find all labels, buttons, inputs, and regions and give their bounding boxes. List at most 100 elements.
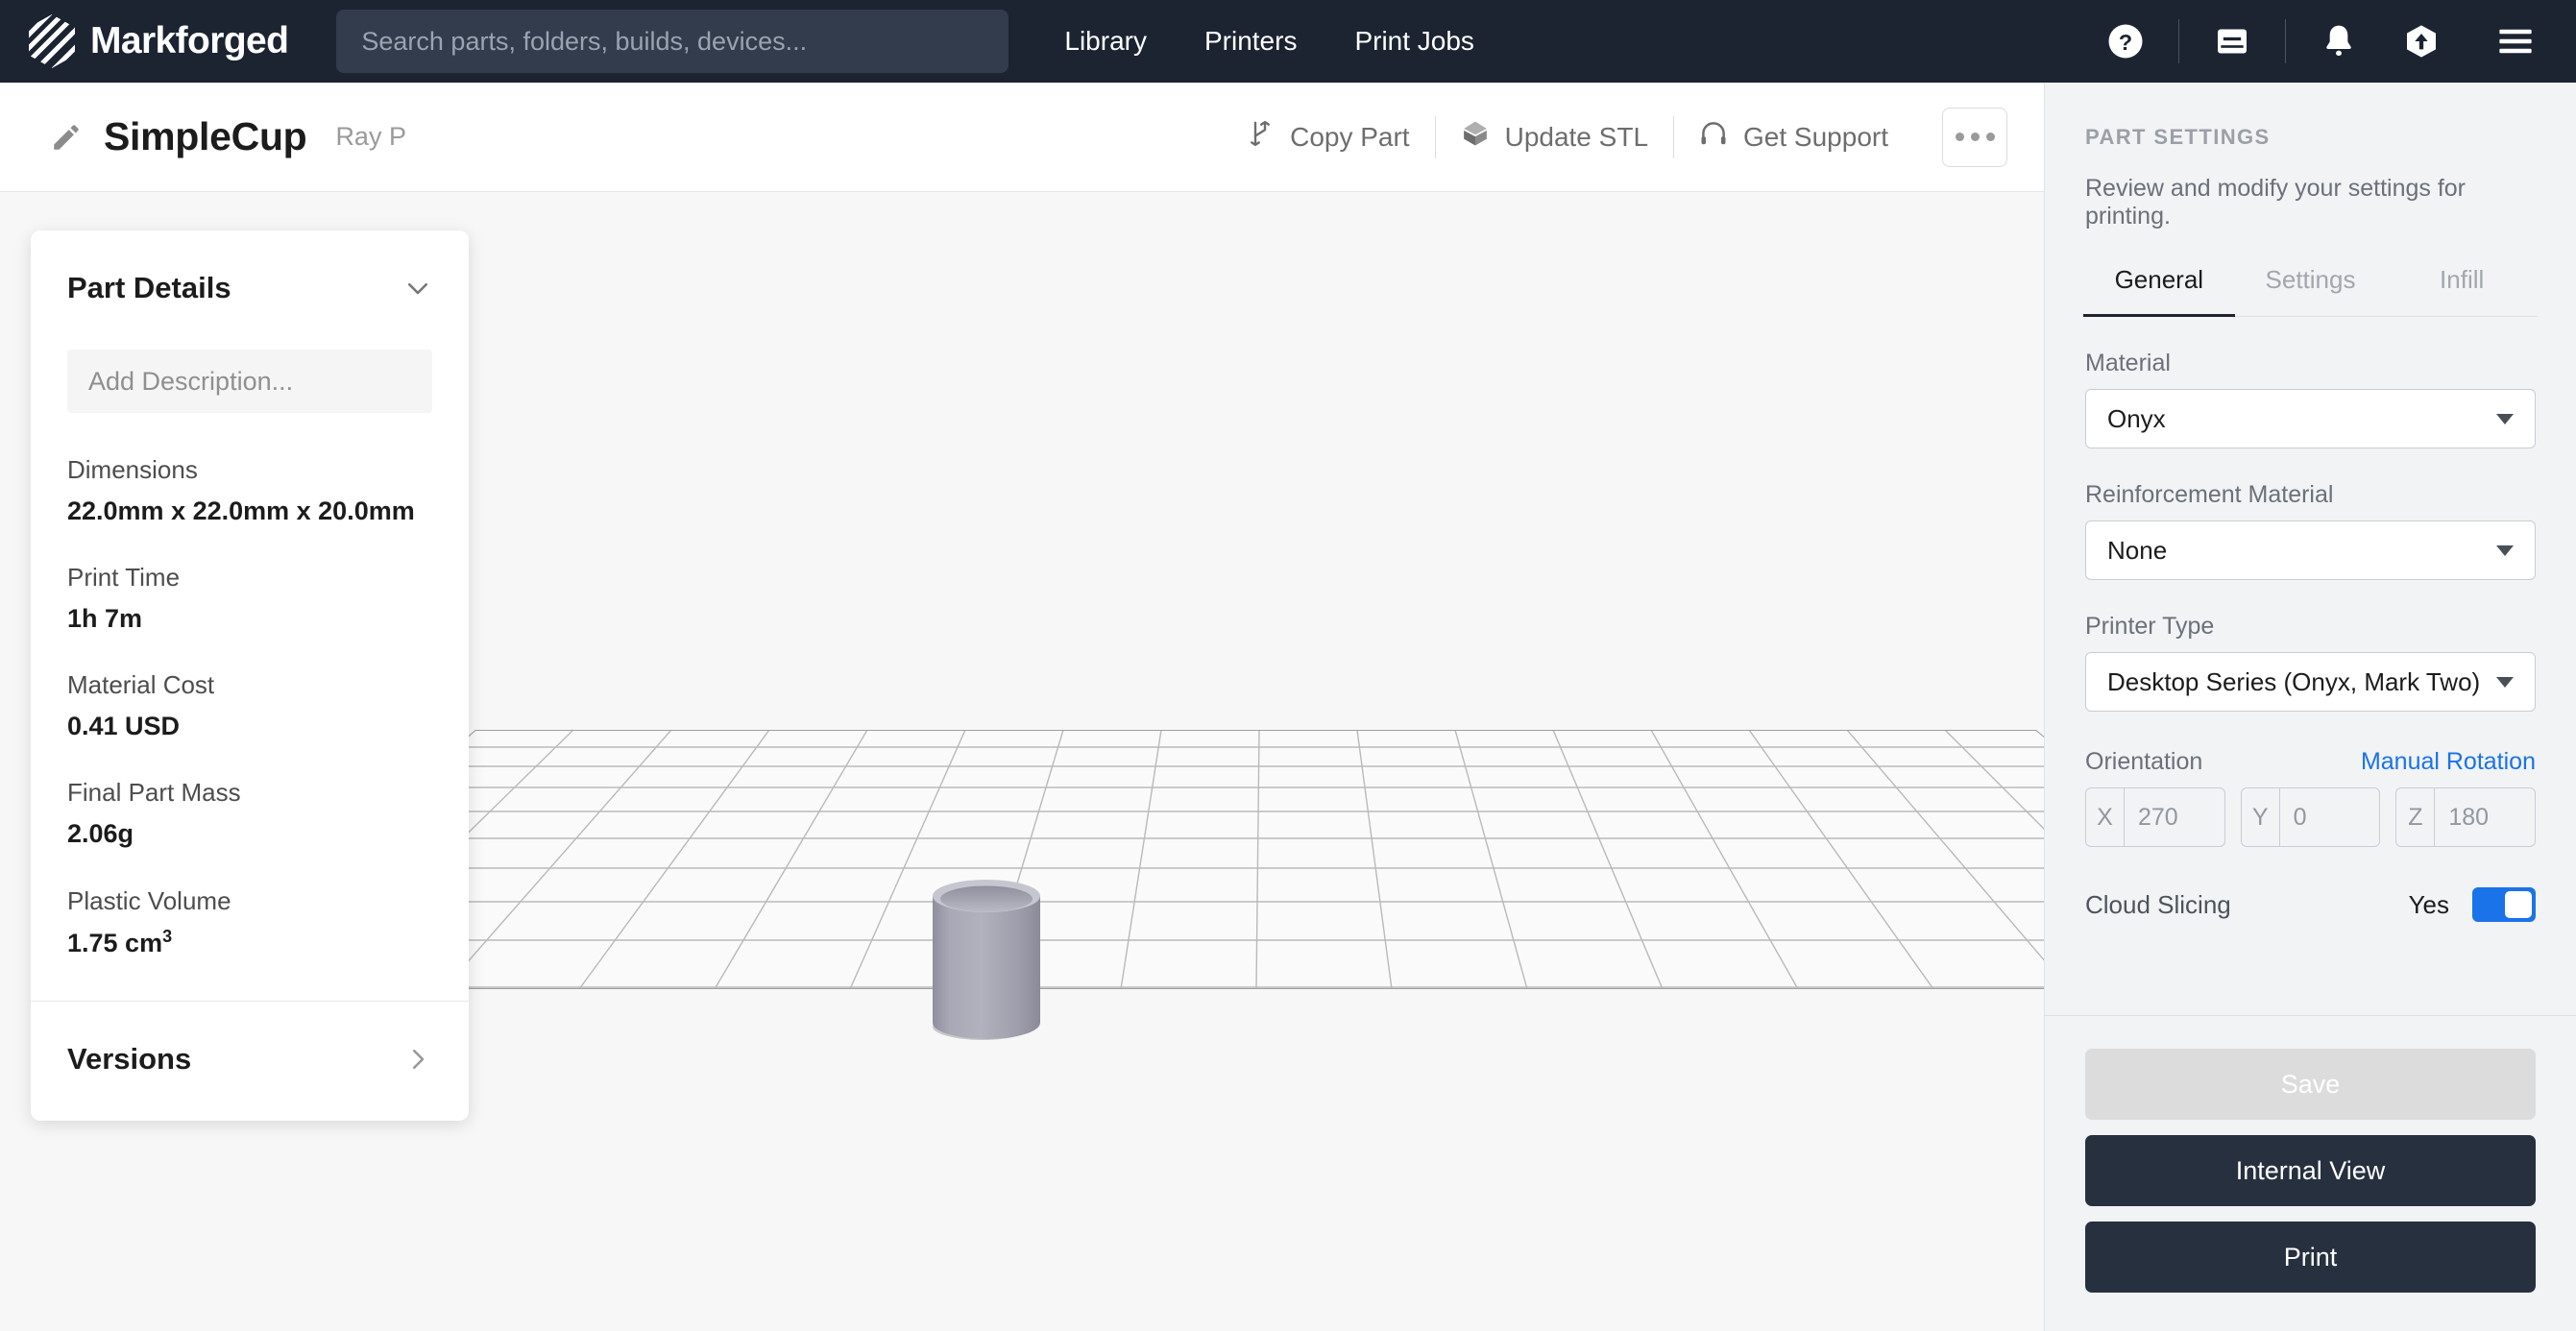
detail-row-material-cost: Material Cost 0.41 USD: [67, 666, 432, 745]
brand-logo-link[interactable]: Markforged: [27, 13, 289, 69]
description-placeholder: Add Description...: [88, 366, 294, 396]
inbox-icon[interactable]: [2202, 12, 2262, 71]
page-title: SimpleCup: [104, 114, 307, 158]
material-select[interactable]: Onyx: [2085, 389, 2536, 448]
save-button[interactable]: Save: [2085, 1049, 2536, 1120]
printer-type-select[interactable]: Desktop Series (Onyx, Mark Two): [2085, 652, 2536, 712]
copy-part-button[interactable]: Copy Part: [1221, 119, 1435, 155]
orientation-z-field[interactable]: Z: [2395, 787, 2537, 847]
chevron-down-icon: [2496, 413, 2514, 424]
part-settings-tabs: General Settings Infill: [2083, 265, 2538, 317]
orientation-label: Orientation: [2085, 748, 2203, 775]
more-dot: [1985, 133, 1995, 141]
tab-general[interactable]: General: [2083, 265, 2235, 317]
part-settings-panel: PART SETTINGS Review and modify your set…: [2044, 83, 2576, 1331]
more-options-button[interactable]: [1942, 107, 2007, 167]
orientation-z-input[interactable]: [2435, 803, 2536, 832]
cube-icon: [1461, 119, 1490, 155]
orientation-header: Orientation Manual Rotation: [2085, 748, 2536, 776]
get-support-label: Get Support: [1743, 121, 1888, 152]
axis-z-label: Z: [2396, 788, 2436, 846]
part-settings-subtitle: Review and modify your settings for prin…: [2085, 175, 2467, 230]
simple-cup-3d-model[interactable]: [917, 869, 1071, 1061]
cloud-slicing-toggle[interactable]: [2472, 887, 2536, 922]
primary-nav-links: Library Printers Print Jobs: [1064, 26, 1474, 57]
nav-link-print-jobs[interactable]: Print Jobs: [1354, 26, 1474, 57]
nav-divider-1: [2178, 19, 2179, 63]
pencil-icon[interactable]: [50, 121, 83, 154]
versions-label: Versions: [67, 1041, 192, 1076]
help-icon[interactable]: ?: [2096, 12, 2155, 71]
part-details-header[interactable]: Part Details: [31, 230, 469, 305]
search-input[interactable]: [361, 26, 984, 57]
svg-text:?: ?: [2119, 30, 2132, 55]
orientation-y-input[interactable]: [2279, 803, 2380, 832]
versions-row[interactable]: Versions: [31, 1000, 469, 1121]
copy-part-label: Copy Part: [1290, 121, 1410, 152]
nav-divider-2: [2285, 19, 2286, 63]
orientation-inputs: X Y Z: [2085, 787, 2537, 847]
axis-y-label: Y: [2242, 788, 2280, 846]
bell-icon[interactable]: [2309, 12, 2369, 71]
description-input[interactable]: Add Description...: [67, 350, 432, 413]
part-subheader: SimpleCup Ray P Copy Part Update STL Get…: [0, 83, 2044, 192]
reinforcement-material-label: Reinforcement Material: [2085, 481, 2334, 508]
nav-icon-group: ?: [2096, 12, 2545, 71]
axis-x-label: X: [2086, 788, 2125, 846]
tab-settings[interactable]: Settings: [2235, 265, 2387, 316]
orientation-x-input[interactable]: [2125, 803, 2224, 832]
nav-link-library[interactable]: Library: [1064, 26, 1147, 57]
detail-value: 22.0mm x 22.0mm x 20.0mm: [67, 496, 415, 525]
more-dot: [1955, 133, 1964, 141]
detail-label: Plastic Volume: [67, 885, 231, 915]
global-search-box[interactable]: [336, 10, 1009, 73]
reinforcement-material-value: None: [2107, 535, 2168, 565]
headset-icon: [1699, 119, 1728, 155]
material-label: Material: [2085, 350, 2171, 376]
more-dot: [1970, 133, 1980, 141]
detail-label: Dimensions: [67, 455, 198, 484]
part-settings-kicker: PART SETTINGS: [2085, 125, 2271, 149]
upload-icon[interactable]: [2392, 12, 2451, 71]
detail-value-exponent: 3: [162, 926, 173, 946]
chevron-down-icon: [2496, 544, 2514, 556]
cloud-slicing-row: Cloud Slicing Yes: [2085, 887, 2536, 922]
manual-rotation-link[interactable]: Manual Rotation: [2361, 748, 2536, 776]
printer-type-label: Printer Type: [2085, 613, 2215, 640]
nav-link-printers[interactable]: Printers: [1204, 26, 1297, 57]
chevron-down-icon[interactable]: [403, 274, 432, 302]
detail-row-print-time: Print Time 1h 7m: [67, 559, 432, 638]
part-settings-footer: Save Internal View Print: [2045, 1015, 2576, 1331]
part-settings-body: Material Onyx Reinforcement Material Non…: [2045, 317, 2576, 922]
brand-name: Markforged: [90, 20, 289, 61]
material-value: Onyx: [2107, 403, 2166, 433]
detail-label: Final Part Mass: [67, 778, 241, 808]
update-stl-label: Update STL: [1504, 121, 1649, 152]
orientation-x-field[interactable]: X: [2085, 787, 2225, 847]
subheader-actions: Copy Part Update STL Get Support: [1221, 107, 2007, 167]
part-details-title: Part Details: [67, 271, 231, 304]
chevron-right-icon: [403, 1045, 432, 1074]
detail-value-wrap: 1.75 cm3: [67, 924, 432, 962]
cloud-slicing-state: Yes: [2408, 889, 2449, 919]
toggle-knob: [2505, 891, 2532, 918]
get-support-button[interactable]: Get Support: [1674, 119, 1913, 155]
internal-view-button[interactable]: Internal View: [2085, 1135, 2536, 1206]
hamburger-menu-icon[interactable]: [2486, 12, 2545, 71]
detail-row-dimensions: Dimensions 22.0mm x 22.0mm x 20.0mm: [67, 451, 432, 530]
detail-value: 1.75 cm: [67, 928, 163, 957]
detail-row-plastic-volume: Plastic Volume 1.75 cm3: [67, 883, 432, 962]
tab-infill[interactable]: Infill: [2386, 265, 2538, 316]
detail-value: 0.41 USD: [67, 712, 181, 741]
detail-value: 1h 7m: [67, 604, 143, 634]
reinforcement-material-select[interactable]: None: [2085, 520, 2536, 580]
detail-row-final-part-mass: Final Part Mass 2.06g: [67, 774, 432, 853]
update-stl-button[interactable]: Update STL: [1436, 119, 1673, 155]
markforged-hex-logo: [29, 14, 75, 68]
part-details-card: Part Details Add Description... Dimensio…: [31, 230, 469, 1121]
cloud-slicing-label: Cloud Slicing: [2085, 889, 2231, 919]
orientation-y-field[interactable]: Y: [2240, 787, 2381, 847]
print-button[interactable]: Print: [2085, 1222, 2536, 1293]
part-owner: Ray P: [335, 122, 406, 151]
detail-label: Material Cost: [67, 670, 215, 700]
